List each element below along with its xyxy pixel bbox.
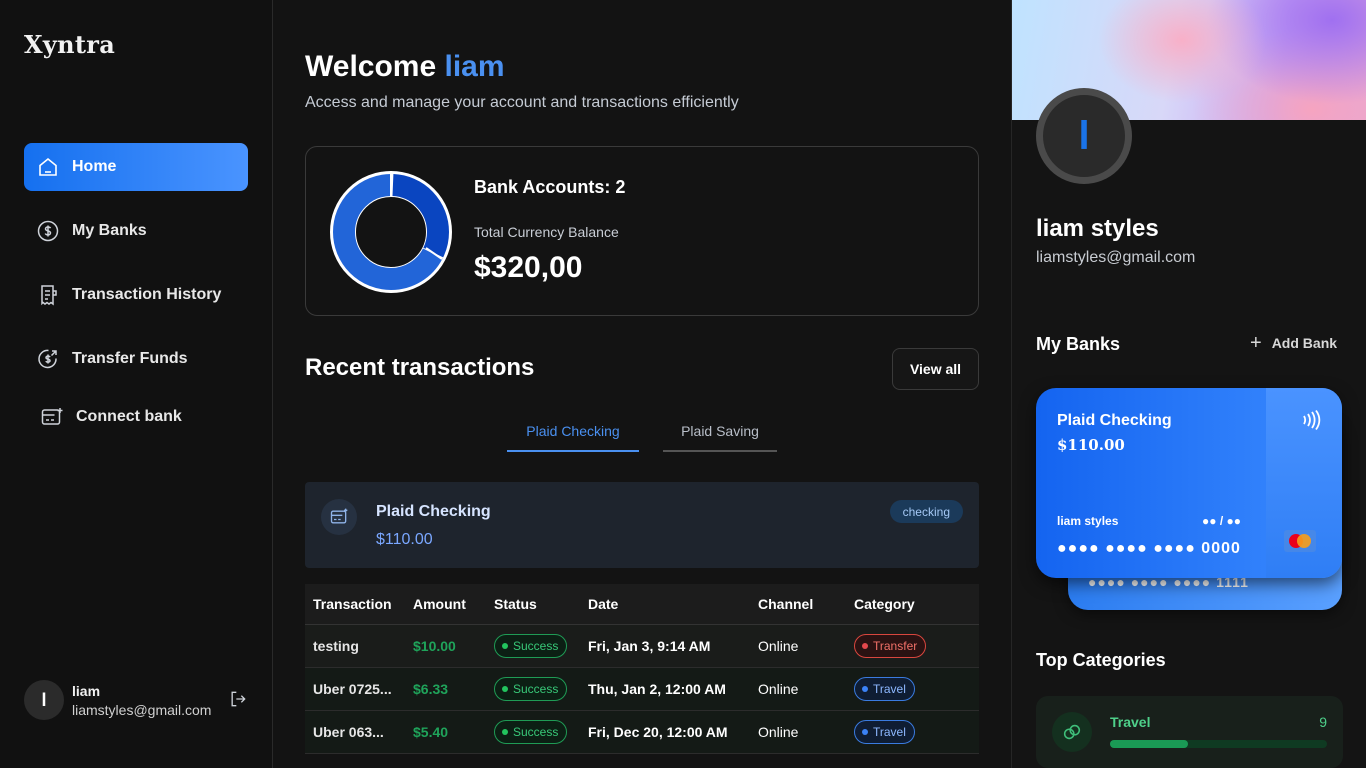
transaction-date: Fri, Jan 3, 9:14 AM <box>580 624 750 668</box>
sidebar-item-transfer-funds[interactable]: Transfer Funds <box>24 335 248 383</box>
sidebar-item-label: My Banks <box>72 222 147 239</box>
profile-name: liam styles <box>1036 215 1159 242</box>
column-header: Date <box>580 584 750 625</box>
profile-avatar: l <box>1036 88 1132 184</box>
category-badge: Travel <box>854 676 915 701</box>
table-row[interactable]: Uber 0725... $6.33 Success Thu, Jan 2, 1… <box>305 667 979 711</box>
column-header: Channel <box>750 584 846 625</box>
status-badge: Success <box>494 676 568 701</box>
category-count: 9 <box>1319 714 1327 730</box>
sidebar-item-label: Home <box>72 158 117 175</box>
sidebar-user: l liam liamstyles@gmail.com <box>24 678 254 722</box>
category-progress-track <box>1110 740 1327 748</box>
welcome-text: Welcome <box>305 50 437 83</box>
transaction-date: Thu, Jan 2, 12:00 AM <box>580 667 750 711</box>
transaction-amount: $10.00 <box>405 624 486 668</box>
sidebar-item-label: Transfer Funds <box>72 350 188 367</box>
card-balance: $110.00 <box>1057 436 1125 454</box>
welcome-username: liam <box>444 50 505 83</box>
plus-icon: + <box>1250 332 1262 354</box>
category-name: Travel <box>1110 714 1151 730</box>
card-number: ●●●● ●●●● ●●●● 0000 <box>1057 540 1241 557</box>
app-logo[interactable]: Xyntra <box>24 30 115 59</box>
account-type-badge: checking <box>889 500 963 523</box>
transaction-amount: $6.33 <box>405 667 486 711</box>
page-subtitle: Access and manage your account and trans… <box>305 94 739 111</box>
column-header: Category <box>846 584 979 625</box>
card-holder: liam styles <box>1057 514 1119 528</box>
user-email: liamstyles@gmail.com <box>72 701 212 718</box>
top-categories-title: Top Categories <box>1036 650 1166 670</box>
card-expiry: ●● / ●● <box>1202 514 1241 528</box>
category-badge: Transfer <box>854 633 927 658</box>
transaction-channel: Online <box>750 667 846 711</box>
transaction-name: Uber 063... <box>305 710 405 754</box>
category-progress-fill <box>1110 740 1189 748</box>
receipt-icon <box>36 283 60 307</box>
transactions-table: Transaction Amount Status Date Channel C… <box>305 584 979 754</box>
table-row[interactable]: testing $10.00 Success Fri, Jan 3, 9:14 … <box>305 624 979 668</box>
transaction-date: Fri, Dec 20, 12:00 AM <box>580 710 750 754</box>
transaction-name: Uber 0725... <box>305 667 405 711</box>
total-balance-label: Total Currency Balance <box>474 224 619 240</box>
user-name: liam <box>72 682 101 699</box>
add-bank-button[interactable]: + Add Bank <box>1250 332 1338 354</box>
sidebar-item-label: Transaction History <box>72 286 222 303</box>
column-header: Status <box>486 584 580 625</box>
transaction-channel: Online <box>750 710 846 754</box>
contactless-icon <box>1303 409 1321 431</box>
dollar-circle-icon <box>36 219 60 243</box>
sidebar-item-transaction-history[interactable]: Transaction History <box>24 271 248 319</box>
account-name: Plaid Checking <box>376 503 491 520</box>
add-bank-label: Add Bank <box>1271 335 1338 351</box>
account-balance: $110.00 <box>376 531 433 548</box>
transaction-name: testing <box>305 624 405 668</box>
transaction-amount: $5.40 <box>405 710 486 754</box>
tab-plaid-saving[interactable]: Plaid Saving <box>663 416 777 452</box>
main-content: Welcome liam Access and manage your acco… <box>273 0 1011 768</box>
tab-plaid-checking[interactable]: Plaid Checking <box>507 416 639 452</box>
profile-email: liamstyles@gmail.com <box>1036 249 1196 266</box>
sidebar-item-label: Connect bank <box>76 408 182 425</box>
link-icon <box>1052 712 1092 752</box>
transaction-channel: Online <box>750 624 846 668</box>
bank-card-primary[interactable]: Plaid Checking $110.00 liam styles ●● / … <box>1036 388 1342 578</box>
total-balance-value: $320,00 <box>474 251 583 284</box>
category-item-travel[interactable]: Travel 9 <box>1036 696 1343 768</box>
home-icon <box>36 155 60 179</box>
recent-transactions-title: Recent transactions <box>305 354 535 381</box>
card-bank-name: Plaid Checking <box>1057 412 1172 429</box>
card-icon <box>321 499 357 535</box>
table-row[interactable]: Uber 063... $5.40 Success Fri, Dec 20, 1… <box>305 710 979 754</box>
sidebar: Xyntra Home My Banks Transaction History… <box>0 0 273 768</box>
balance-donut-chart <box>330 171 452 293</box>
card-add-icon <box>40 405 64 429</box>
sidebar-item-my-banks[interactable]: My Banks <box>24 207 248 255</box>
bank-account-info: Plaid Checking $110.00 checking <box>305 482 979 568</box>
sidebar-item-connect-bank[interactable]: Connect bank <box>24 393 248 441</box>
status-badge: Success <box>494 719 568 744</box>
my-banks-title: My Banks <box>1036 334 1121 354</box>
avatar[interactable]: l <box>24 680 64 720</box>
mastercard-icon <box>1284 530 1316 552</box>
total-balance-box: Bank Accounts: 2 Total Currency Balance … <box>305 146 979 316</box>
table-header-row: Transaction Amount Status Date Channel C… <box>305 584 979 625</box>
status-badge: Success <box>494 633 568 658</box>
column-header: Transaction <box>305 584 405 625</box>
page-title: Welcome liam <box>305 50 505 84</box>
column-header: Amount <box>405 584 486 625</box>
money-send-icon <box>36 347 60 371</box>
sidebar-item-home[interactable]: Home <box>24 143 248 191</box>
category-badge: Travel <box>854 719 915 744</box>
view-all-button[interactable]: View all <box>892 348 979 390</box>
bank-accounts-count: Bank Accounts: 2 <box>474 177 626 197</box>
profile-panel: l liam styles liamstyles@gmail.com My Ba… <box>1011 0 1366 768</box>
logout-icon[interactable] <box>228 689 248 709</box>
